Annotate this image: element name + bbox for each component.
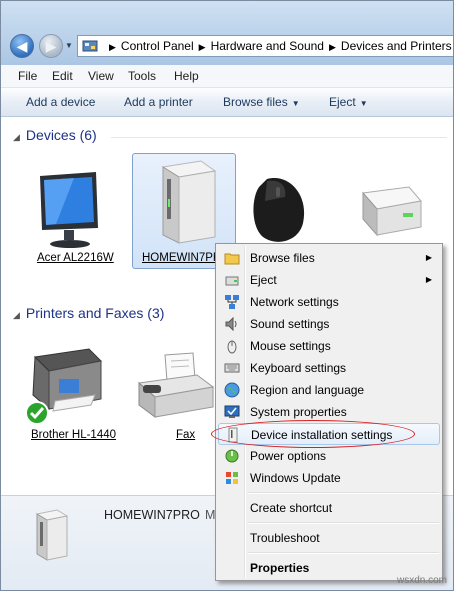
menu-item-sound-settings[interactable]: Sound settings <box>218 313 440 335</box>
mouse-icon[interactable] <box>249 175 313 247</box>
menu-item-windows-update[interactable]: Windows Update <box>218 467 440 489</box>
speaker-icon <box>225 316 237 332</box>
device-label-acer[interactable]: Acer AL2216W <box>37 252 114 264</box>
menu-item-network-settings[interactable]: Network settings <box>218 291 440 313</box>
windows-update-icon <box>226 472 238 484</box>
menu-item-eject[interactable]: Eject ▶ <box>218 269 440 291</box>
breadcrumb-devices-and-printers[interactable]: Devices and Printers <box>341 39 452 53</box>
devices-group-title: Devices (6) <box>25 127 97 143</box>
computer-tower-icon[interactable] <box>159 159 219 245</box>
menu-separator <box>248 522 439 524</box>
mouse-icon <box>227 340 237 354</box>
menu-item-label: System properties <box>250 405 347 419</box>
eject-icon <box>225 276 239 286</box>
fax-icon[interactable] <box>135 351 215 423</box>
menu-separator <box>248 492 439 494</box>
menu-item-region-and-language[interactable]: Region and language <box>218 379 440 401</box>
annotation-circle <box>211 420 415 448</box>
command-bar: Add a device Add a printer Browse files ▼… <box>1 88 453 117</box>
breadcrumb-control-panel[interactable]: Control Panel <box>121 39 194 53</box>
network-icon <box>225 295 239 309</box>
menu-item-label: Windows Update <box>250 471 341 485</box>
computer-tower-icon <box>35 509 69 561</box>
keyboard-icon <box>224 363 240 373</box>
watermark-text: wsxdn.com <box>396 575 447 586</box>
group-divider <box>111 137 447 138</box>
recent-pages-dropdown[interactable]: ▼ <box>65 41 73 50</box>
menu-item-label: Network settings <box>250 295 339 309</box>
breadcrumb: ▶ Control Panel ▶ Hardware and Sound ▶ Device… <box>104 39 452 53</box>
menu-item-label: Eject <box>250 273 277 287</box>
menu-item-troubleshoot[interactable]: Troubleshoot <box>218 527 440 549</box>
navigation-bar: ◀ ▶ ▼ ▶ Control Panel ▶ Hardware and Sound ▶… <box>1 1 453 65</box>
menu-file[interactable]: File <box>18 69 37 83</box>
menu-item-label: Keyboard settings <box>250 361 347 375</box>
menu-item-create-shortcut[interactable]: Create shortcut <box>218 497 440 519</box>
menu-item-label: Browse files <box>250 251 315 265</box>
caret-down-icon: ▼ <box>359 99 368 108</box>
menu-bar: File Edit View Tools Help <box>1 65 453 88</box>
printer-label-fax[interactable]: Fax <box>176 429 195 441</box>
collapse-triangle-icon[interactable]: ◢ <box>13 310 20 320</box>
collapse-triangle-icon[interactable]: ◢ <box>13 132 20 142</box>
menu-edit[interactable]: Edit <box>52 69 73 83</box>
folder-icon <box>224 253 240 265</box>
menu-item-power-options[interactable]: Power options <box>218 445 440 467</box>
chevron-right-icon[interactable]: ▶ <box>199 42 206 52</box>
monitor-icon[interactable] <box>34 172 104 252</box>
address-bar[interactable]: ▶ Control Panel ▶ Hardware and Sound ▶ Device… <box>77 35 453 57</box>
menu-item-label: Power options <box>250 449 327 463</box>
back-button[interactable]: ◀ <box>10 34 34 58</box>
menu-item-label: Sound settings <box>250 317 330 331</box>
details-device-name: HOMEWIN7PRO <box>104 508 200 522</box>
printers-group-header[interactable]: ◢ Printers and Faxes (3) <box>13 305 164 321</box>
details-model-text: M <box>205 508 216 522</box>
add-device-button[interactable]: Add a device <box>26 95 95 109</box>
menu-item-keyboard-settings[interactable]: Keyboard settings <box>218 357 440 379</box>
menu-tools[interactable]: Tools <box>128 69 156 83</box>
menu-separator <box>248 552 439 554</box>
menu-view[interactable]: View <box>88 69 114 83</box>
eject-button[interactable]: Eject ▼ <box>329 95 368 109</box>
menu-help[interactable]: Help <box>174 69 199 83</box>
menu-item-label: Region and language <box>250 383 365 397</box>
breadcrumb-hardware-and-sound[interactable]: Hardware and Sound <box>211 39 324 53</box>
menu-item-label: Troubleshoot <box>250 531 320 545</box>
menu-item-mouse-settings[interactable]: Mouse settings <box>218 335 440 357</box>
menu-item-label: Mouse settings <box>250 339 331 353</box>
context-menu: Browse files ▶ Eject ▶ Network settings … <box>215 243 443 581</box>
forward-button[interactable]: ▶ <box>39 34 63 58</box>
devices-and-printers-window: ◀ ▶ ▼ ▶ Control Panel ▶ Hardware and Sound ▶… <box>0 0 454 591</box>
submenu-arrow-icon: ▶ <box>425 275 432 284</box>
external-drive-icon[interactable] <box>353 183 423 243</box>
menu-item-browse-files[interactable]: Browse files ▶ <box>218 247 440 269</box>
menu-item-label: Properties <box>250 561 310 575</box>
chevron-right-icon[interactable]: ▶ <box>109 42 116 52</box>
browse-files-label: Browse files <box>223 95 288 109</box>
devices-group-header[interactable]: ◢ Devices (6) <box>13 127 97 143</box>
browse-files-button[interactable]: Browse files ▼ <box>223 95 300 109</box>
system-properties-icon <box>224 405 240 418</box>
caret-down-icon: ▼ <box>291 99 300 108</box>
printers-group-title: Printers and Faxes (3) <box>25 305 165 321</box>
eject-label: Eject <box>329 95 356 109</box>
power-icon <box>225 449 239 463</box>
arrow-left-icon: ◀ <box>16 38 28 54</box>
printer-label-brother[interactable]: Brother HL-1440 <box>31 429 116 441</box>
submenu-arrow-icon: ▶ <box>425 253 432 262</box>
menu-item-label: Create shortcut <box>250 501 333 515</box>
globe-icon <box>224 382 240 398</box>
add-printer-button[interactable]: Add a printer <box>124 95 193 109</box>
arrow-right-icon: ▶ <box>45 38 57 54</box>
chevron-right-icon[interactable]: ▶ <box>329 42 336 52</box>
control-panel-icon <box>82 40 98 52</box>
default-printer-check-icon <box>25 401 49 425</box>
